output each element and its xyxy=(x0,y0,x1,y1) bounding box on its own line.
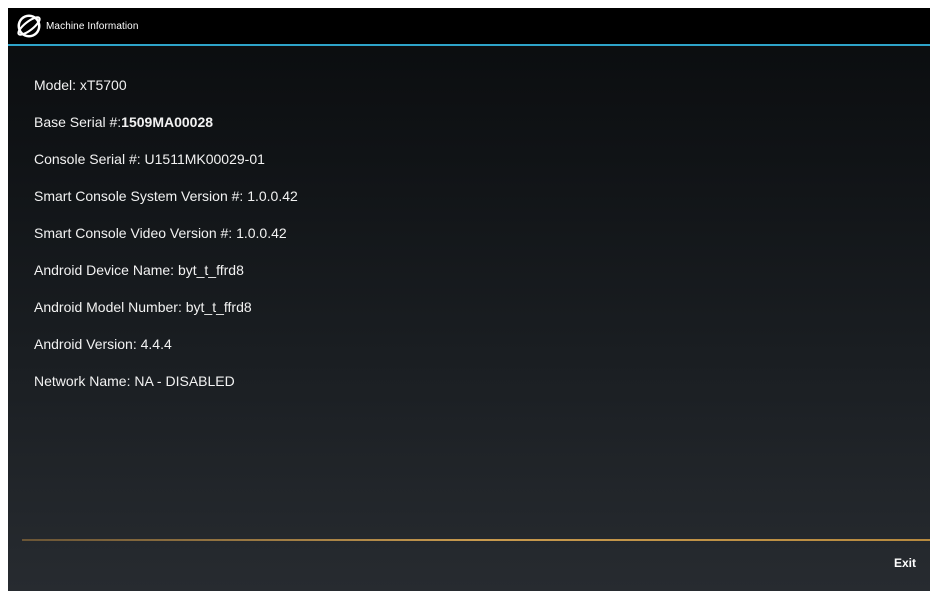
console-serial-row: Console Serial #: U1511MK00029-01 xyxy=(34,146,298,183)
network-name-row: Network Name: NA - DISABLED xyxy=(34,368,298,405)
window-title: Machine Information xyxy=(46,20,139,32)
base-serial-row: Base Serial #:1509MA00028 xyxy=(34,109,298,146)
base-serial-value: 1509MA00028 xyxy=(121,114,214,130)
video-version-row: Smart Console Video Version #: 1.0.0.42 xyxy=(34,220,298,257)
device-name-label: Android Device Name: xyxy=(34,262,178,278)
exit-button[interactable]: Exit xyxy=(892,552,918,574)
title-bar: Machine Information xyxy=(8,8,930,46)
system-version-label: Smart Console System Version #: xyxy=(34,188,248,204)
model-number-value: byt_t_ffrd8 xyxy=(185,299,252,315)
android-version-row: Android Version: 4.4.4 xyxy=(34,331,298,368)
network-name-value: NA - DISABLED xyxy=(134,373,235,389)
android-version-label: Android Version: xyxy=(34,336,141,352)
system-version-value: 1.0.0.42 xyxy=(247,188,298,204)
system-version-row: Smart Console System Version #: 1.0.0.42 xyxy=(34,183,298,220)
model-label: Model: xyxy=(34,77,80,93)
model-value: xT5700 xyxy=(79,77,127,93)
console-serial-value: U1511MK00029-01 xyxy=(144,151,265,167)
device-name-value: byt_t_ffrd8 xyxy=(177,262,244,278)
model-number-label: Android Model Number: xyxy=(34,299,186,315)
console-serial-label: Console Serial #: xyxy=(34,151,145,167)
video-version-value: 1.0.0.42 xyxy=(236,225,287,241)
model-row: Model: xT5700 xyxy=(34,72,298,109)
device-name-row: Android Device Name: byt_t_ffrd8 xyxy=(34,257,298,294)
machine-info-screen: Machine Information Model: xT5700 Base S… xyxy=(8,8,930,591)
video-version-label: Smart Console Video Version #: xyxy=(34,225,237,241)
machine-info-list: Model: xT5700 Base Serial #:1509MA00028 … xyxy=(34,72,298,405)
model-number-row: Android Model Number: byt_t_ffrd8 xyxy=(34,294,298,331)
base-serial-label: Base Serial #: xyxy=(34,114,122,130)
brand-logo-icon xyxy=(14,11,44,41)
android-version-value: 4.4.4 xyxy=(140,336,172,352)
network-name-label: Network Name: xyxy=(34,373,135,389)
footer-divider xyxy=(22,539,930,541)
